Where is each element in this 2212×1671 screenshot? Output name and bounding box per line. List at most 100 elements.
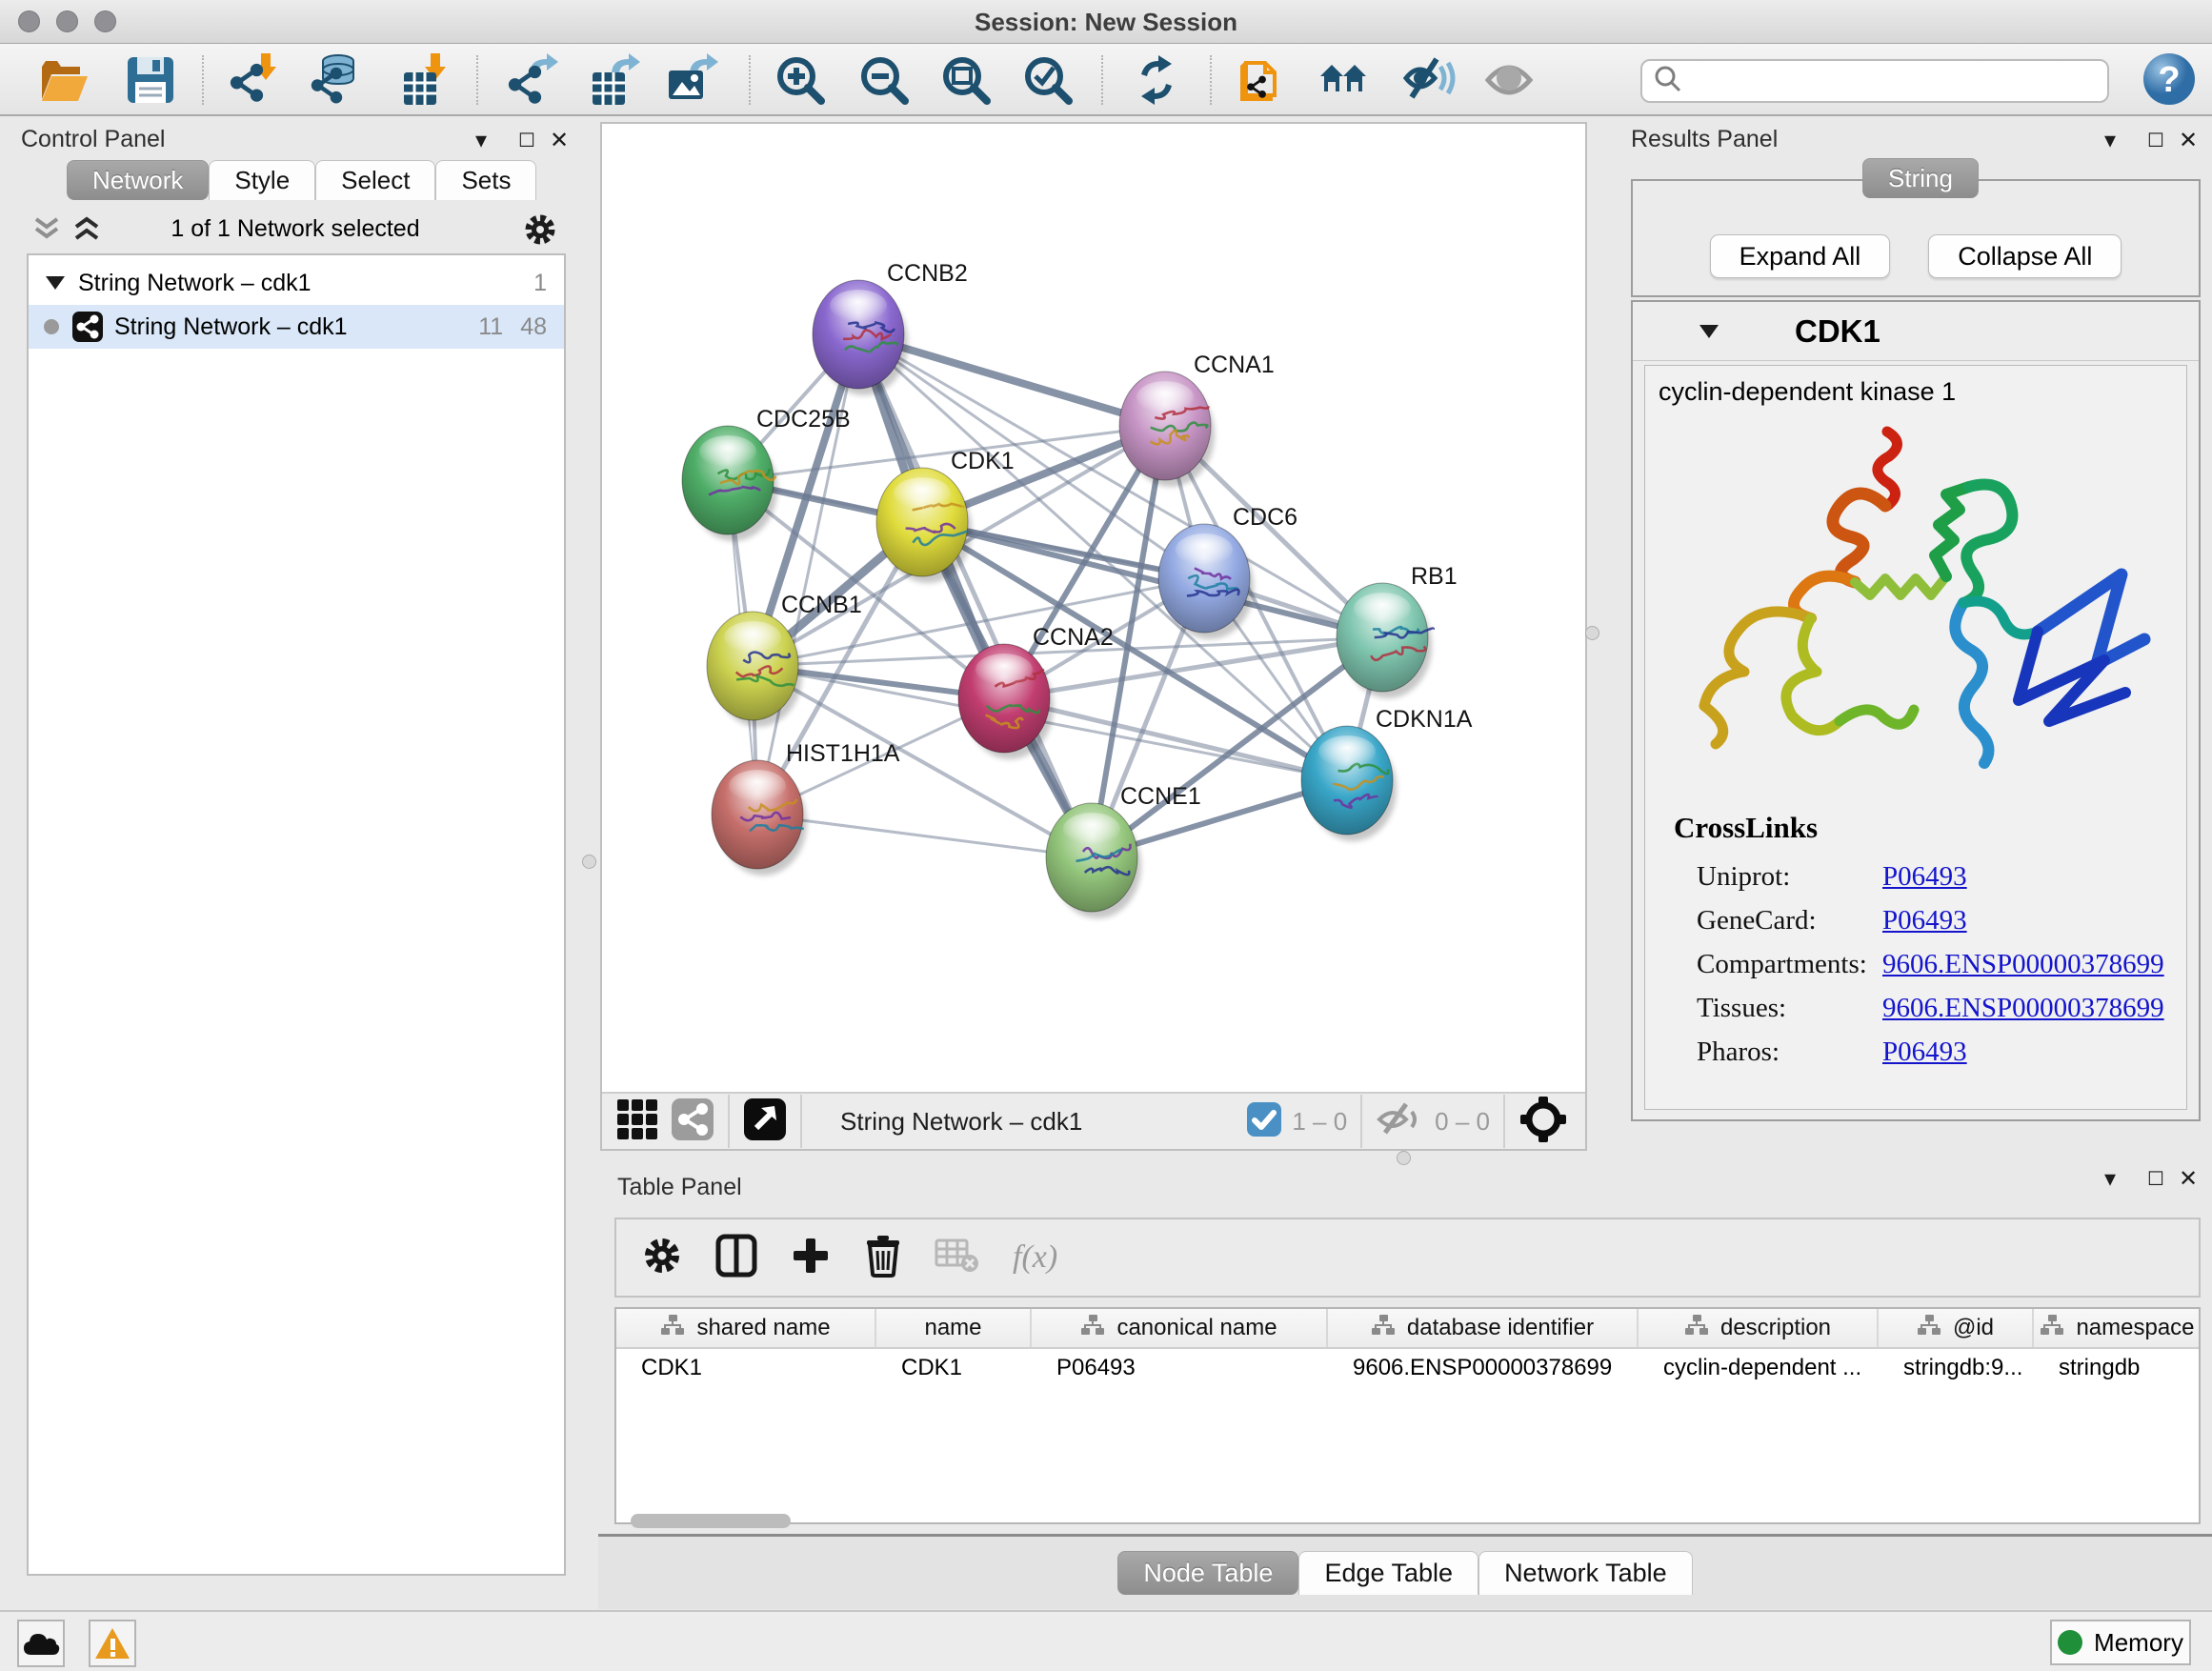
- network-row[interactable]: String Network – cdk1 11 48: [29, 305, 564, 349]
- control-panel-close-icon[interactable]: ✕: [545, 128, 573, 154]
- tab-string[interactable]: String: [1862, 158, 1979, 198]
- memory-button[interactable]: Memory: [2050, 1620, 2191, 1665]
- network-collection-row[interactable]: String Network – cdk1 1: [29, 261, 564, 305]
- network-share-gray-icon[interactable]: [671, 1097, 714, 1146]
- network-canvas[interactable]: CCNB2CCNA1CDC25BCDK1CDC6RB1CCNB1CCNA2CDK…: [602, 124, 1585, 1092]
- crosslink-link[interactable]: 9606.ENSP00000378699: [1882, 949, 2164, 980]
- node-CCNA1[interactable]: CCNA1: [1119, 352, 1275, 487]
- open-session-icon[interactable]: [38, 53, 91, 107]
- add-column-icon[interactable]: [790, 1235, 832, 1281]
- table-options-gear-icon[interactable]: [641, 1235, 683, 1281]
- column-header-description[interactable]: description: [1639, 1309, 1879, 1347]
- right-splitter-grip[interactable]: [1585, 626, 1599, 640]
- column-header--id[interactable]: @id: [1879, 1309, 2034, 1347]
- clone-network-icon[interactable]: [1233, 53, 1286, 107]
- control-panel-float-icon[interactable]: ☐: [513, 128, 541, 154]
- minimize-window-button[interactable]: [56, 10, 78, 32]
- results-panel-menu-icon[interactable]: ▾: [2096, 128, 2124, 154]
- collection-label: String Network – cdk1: [78, 270, 533, 297]
- tab-select[interactable]: Select: [315, 160, 435, 200]
- tab-node-table[interactable]: Node Table: [1117, 1551, 1298, 1595]
- column-header-database-identifier[interactable]: database identifier: [1328, 1309, 1639, 1347]
- zoom-fit-icon[interactable]: [939, 53, 993, 107]
- search-input[interactable]: [1684, 68, 2094, 94]
- export-network-icon[interactable]: [507, 53, 560, 107]
- node-label-CCNA1: CCNA1: [1194, 352, 1275, 378]
- selected-checkbox-icon[interactable]: [1246, 1101, 1282, 1142]
- zoom-window-button[interactable]: [94, 10, 116, 32]
- node-HIST1H1A[interactable]: HIST1H1A: [712, 740, 900, 876]
- cloud-button[interactable]: [17, 1620, 65, 1667]
- table-cell[interactable]: CDK1: [876, 1349, 1032, 1387]
- column-header-canonical-name[interactable]: canonical name: [1032, 1309, 1328, 1347]
- export-image-icon[interactable]: [667, 53, 720, 107]
- zoom-selected-icon[interactable]: [1021, 53, 1075, 107]
- collection-disclosure-icon[interactable]: [46, 276, 65, 290]
- edge-CCNA2-CDKN1A[interactable]: [1004, 698, 1347, 780]
- gene-entry-header[interactable]: CDK1: [1633, 302, 2199, 361]
- save-session-icon[interactable]: [124, 53, 177, 107]
- table-cell[interactable]: stringdb:9...: [1879, 1349, 2034, 1387]
- delete-column-trash-icon[interactable]: [864, 1234, 902, 1282]
- table-cell[interactable]: stringdb: [2034, 1349, 2201, 1387]
- warning-button[interactable]: [89, 1620, 136, 1667]
- node-CDC25B[interactable]: CDC25B: [682, 406, 851, 541]
- show-columns-icon[interactable]: [715, 1234, 757, 1282]
- tab-network-table[interactable]: Network Table: [1478, 1551, 1693, 1595]
- tab-sets[interactable]: Sets: [435, 160, 536, 200]
- table-panel-close-icon[interactable]: ✕: [2174, 1166, 2202, 1193]
- toolbar-separator: [1210, 55, 1212, 105]
- edge-HIST1H1A-CCNE1[interactable]: [757, 815, 1092, 857]
- table-cell[interactable]: cyclin-dependent ...: [1639, 1349, 1879, 1387]
- zoom-in-icon[interactable]: [774, 53, 827, 107]
- table-cell[interactable]: CDK1: [616, 1349, 876, 1387]
- bottom-splitter-grip[interactable]: [1397, 1151, 1411, 1165]
- column-header-namespace[interactable]: namespace: [2034, 1309, 2201, 1347]
- tab-edge-table[interactable]: Edge Table: [1298, 1551, 1478, 1595]
- open-in-window-icon[interactable]: [743, 1097, 787, 1146]
- zoom-out-icon[interactable]: [857, 53, 911, 107]
- table-cell[interactable]: 9606.ENSP00000378699: [1328, 1349, 1639, 1387]
- export-table-icon[interactable]: [589, 53, 642, 107]
- node-RB1[interactable]: RB1: [1337, 563, 1458, 698]
- crosslink-link[interactable]: P06493: [1882, 905, 1967, 936]
- show-all-icon[interactable]: [1484, 53, 1538, 107]
- tab-network[interactable]: Network: [67, 160, 209, 200]
- table-row[interactable]: CDK1CDK1P064939606.ENSP00000378699cyclin…: [616, 1349, 2199, 1387]
- results-panel-float-icon[interactable]: ☐: [2142, 128, 2170, 154]
- table-panel-menu-icon[interactable]: ▾: [2096, 1166, 2124, 1193]
- hide-selected-icon[interactable]: [1402, 53, 1456, 107]
- control-panel-menu-icon[interactable]: ▾: [467, 128, 495, 154]
- table-panel-float-icon[interactable]: ☐: [2142, 1166, 2170, 1193]
- import-table-icon[interactable]: [398, 53, 452, 107]
- close-window-button[interactable]: [18, 10, 40, 32]
- help-icon[interactable]: ?: [2142, 51, 2195, 105]
- node-CDKN1A[interactable]: CDKN1A: [1301, 706, 1473, 841]
- refresh-icon[interactable]: [1130, 53, 1183, 107]
- first-neighbors-icon[interactable]: [1318, 53, 1372, 107]
- node-CCNB2[interactable]: CCNB2: [813, 260, 968, 395]
- node-CDC6[interactable]: CDC6: [1158, 504, 1297, 639]
- hidden-eye-slash-icon[interactable]: [1376, 1100, 1425, 1143]
- table-cell[interactable]: P06493: [1032, 1349, 1328, 1387]
- import-database-icon[interactable]: [310, 53, 363, 107]
- table-horizontal-scrollbar[interactable]: [631, 1514, 791, 1528]
- node-CCNB1[interactable]: CCNB1: [707, 592, 862, 727]
- collection-options-gear-icon[interactable]: [522, 211, 558, 252]
- crosslink-link[interactable]: P06493: [1882, 1037, 1967, 1068]
- edge-CCNB2-CCNE1[interactable]: [858, 334, 1092, 857]
- crosslink-link[interactable]: 9606.ENSP00000378699: [1882, 993, 2164, 1024]
- fit-selected-crosshair-icon[interactable]: [1518, 1095, 1568, 1149]
- results-panel-close-icon[interactable]: ✕: [2174, 128, 2202, 154]
- crosslink-row: Tissues:9606.ENSP00000378699: [1674, 986, 2186, 1030]
- expand-all-button[interactable]: Expand All: [1710, 234, 1891, 278]
- left-splitter-grip[interactable]: [582, 855, 596, 869]
- column-header-shared-name[interactable]: shared name: [616, 1309, 876, 1347]
- gene-disclosure-icon[interactable]: [1699, 325, 1719, 338]
- tab-style[interactable]: Style: [209, 160, 315, 200]
- collapse-all-button[interactable]: Collapse All: [1928, 234, 2122, 278]
- birds-eye-grid-icon[interactable]: [615, 1097, 659, 1146]
- column-header-name[interactable]: name: [876, 1309, 1032, 1347]
- crosslink-link[interactable]: P06493: [1882, 861, 1967, 893]
- import-network-icon[interactable]: [229, 53, 282, 107]
